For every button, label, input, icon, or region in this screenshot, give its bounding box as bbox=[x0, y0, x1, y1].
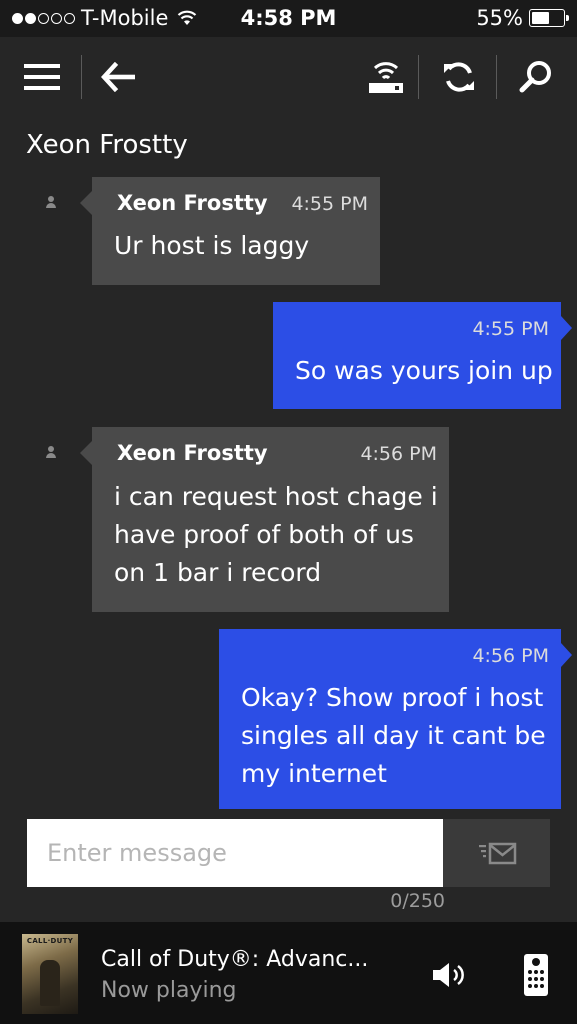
nav-bar bbox=[0, 37, 577, 117]
game-cover-art: CALL·DUTY bbox=[22, 934, 78, 1014]
battery-icon bbox=[529, 9, 569, 27]
message-bubble-incoming[interactable]: Xeon Frostty 4:55 PM Ur host is laggy bbox=[80, 177, 380, 285]
avatar-icon bbox=[46, 196, 56, 208]
send-button[interactable] bbox=[443, 819, 550, 887]
message-line: have proof of both of us bbox=[114, 520, 414, 549]
message-text: i can request host chage i have proof of… bbox=[114, 478, 438, 592]
message-sender: Xeon Frostty bbox=[117, 441, 268, 465]
message-input[interactable] bbox=[27, 819, 443, 887]
remote-button[interactable] bbox=[516, 950, 556, 1000]
volume-button[interactable] bbox=[428, 955, 472, 995]
message-time: 4:56 PM bbox=[472, 645, 549, 667]
menu-button[interactable] bbox=[16, 51, 68, 103]
back-button[interactable] bbox=[93, 51, 145, 103]
now-playing-status: Now playing bbox=[101, 978, 237, 1003]
message-text: Okay? Show proof i host singles all day … bbox=[241, 679, 546, 793]
search-button[interactable] bbox=[510, 51, 562, 103]
battery-percent: 55% bbox=[476, 6, 523, 30]
message-time: 4:55 PM bbox=[472, 318, 549, 340]
status-bar: T-Mobile 4:58 PM 55% bbox=[0, 0, 577, 37]
refresh-icon bbox=[444, 62, 474, 92]
remote-control-icon bbox=[524, 954, 548, 996]
message-bubble-outgoing[interactable]: 4:55 PM So was yours join up bbox=[273, 302, 572, 409]
avatar-icon bbox=[46, 446, 56, 458]
cover-art-text: CALL·DUTY bbox=[26, 937, 74, 945]
message-line: on 1 bar i record bbox=[114, 558, 322, 587]
message-line: singles all day it cant be bbox=[241, 721, 546, 750]
send-mail-icon bbox=[478, 842, 516, 865]
message-bubble-incoming[interactable]: Xeon Frostty 4:56 PM i can request host … bbox=[80, 427, 449, 612]
volume-icon bbox=[433, 963, 464, 987]
message-line: i can request host chage i bbox=[114, 482, 438, 511]
soldier-figure bbox=[40, 960, 60, 1006]
conversation-title: Xeon Frostty bbox=[26, 130, 188, 160]
message-line: my internet bbox=[241, 759, 387, 788]
message-text: Ur host is laggy bbox=[114, 227, 309, 265]
battery-area: 55% bbox=[476, 6, 569, 30]
message-time: 4:55 PM bbox=[291, 193, 368, 215]
menu-icon bbox=[24, 64, 60, 90]
message-sender: Xeon Frostty bbox=[117, 191, 268, 215]
message-time: 4:56 PM bbox=[360, 443, 437, 465]
network-button[interactable] bbox=[360, 51, 412, 103]
message-line: Okay? Show proof i host bbox=[241, 683, 544, 712]
message-bubble-outgoing[interactable]: 4:56 PM Okay? Show proof i host singles … bbox=[219, 629, 572, 809]
refresh-button[interactable] bbox=[433, 51, 485, 103]
message-line: Ur host is laggy bbox=[114, 231, 310, 260]
nav-divider bbox=[418, 55, 419, 99]
now-playing-title: Call of Duty®: Advanc... bbox=[101, 947, 369, 972]
character-count: 0/250 bbox=[390, 890, 445, 912]
nav-divider bbox=[81, 55, 82, 99]
now-playing-bar[interactable]: CALL·DUTY bbox=[0, 922, 577, 1024]
message-line: So was yours join up bbox=[295, 356, 553, 385]
message-text: So was yours join up bbox=[295, 352, 553, 390]
nav-divider bbox=[496, 55, 497, 99]
back-arrow-icon bbox=[101, 62, 135, 92]
network-icon bbox=[369, 62, 403, 93]
search-icon bbox=[519, 61, 551, 93]
